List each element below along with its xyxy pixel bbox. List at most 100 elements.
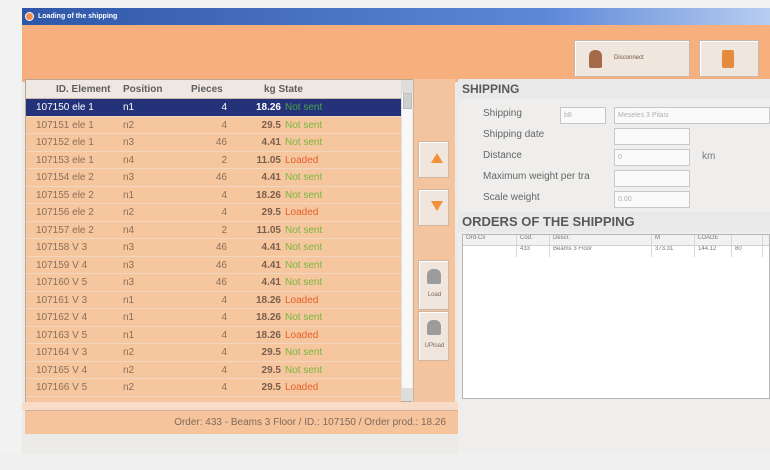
window-titlebar: Loading of the shipping (22, 8, 770, 25)
cell-pieces: 46 (215, 242, 227, 253)
cell-state: Not sent (285, 364, 323, 376)
table-row[interactable]: 107161 V 3 n1 4 18.26 Loaded (26, 292, 401, 309)
cell-position: n3 (123, 242, 135, 253)
orders-cell: Beams 3 Floor (550, 246, 652, 257)
cell-state: Not sent (285, 312, 323, 323)
table-row[interactable]: 107152 ele 1 n3 46 4.41 Not sent (26, 134, 401, 152)
orders-col-descr[interactable]: Descr. (550, 235, 652, 245)
orders-cell: 433 (517, 246, 550, 257)
elements-grid: ID. Element Position Pieces kg State 107… (25, 79, 413, 402)
arrow-down-icon (431, 201, 443, 211)
table-row[interactable]: 107160 V 5 n3 46 4.41 Not sent (26, 274, 401, 292)
table-row[interactable]: 107159 V 4 n3 46 4.41 Not sent (26, 257, 401, 274)
orders-cell: 373.31 (652, 246, 695, 257)
move-down-button[interactable] (418, 189, 449, 226)
cell-pieces: 46 (215, 172, 227, 183)
table-row[interactable]: 107151 ele 1 n2 4 29.5 Not sent (26, 117, 401, 134)
scroll-up-icon[interactable] (402, 80, 413, 93)
table-row[interactable]: 107165 V 4 n2 4 29.5 Not sent (26, 362, 401, 379)
scroll-thumb[interactable] (403, 93, 412, 109)
table-row[interactable]: 107156 ele 2 n2 4 29.5 Loaded (26, 204, 401, 222)
table-row[interactable]: 107150 ele 1 n1 4 18.26 Not sent (26, 99, 401, 117)
shipping-panel: SHIPPING Shipping b8 Meseles 3 Pilasi Sh… (458, 79, 770, 462)
shipping-title: SHIPPING (458, 79, 770, 99)
cell-state: Loaded (285, 207, 319, 218)
cell-state: Not sent (285, 242, 323, 253)
cell-state: Not sent (285, 119, 323, 131)
orders-col-extra[interactable] (732, 235, 763, 245)
cell-kg: 18.26 (255, 102, 281, 113)
load-label: Load (427, 292, 442, 298)
table-row[interactable]: 107155 ele 2 n1 4 18.26 Not sent (26, 187, 401, 204)
table-row[interactable]: 107157 ele 2 n4 2 11.05 Not sent (26, 222, 401, 239)
cell-pieces: 46 (215, 137, 227, 148)
cell-position: n2 (123, 364, 135, 376)
orders-row[interactable]: 433 Beams 3 Floor 373.31 144.12 80 (463, 246, 769, 257)
cell-pieces: 4 (221, 347, 227, 358)
header-position[interactable]: Position (118, 80, 176, 98)
cell-position: n2 (123, 207, 135, 218)
cell-state: Loaded (285, 154, 319, 166)
cell-pieces: 4 (221, 364, 227, 376)
orders-col-m[interactable]: M (652, 235, 695, 245)
unload-button[interactable]: UPload (418, 311, 449, 361)
cell-pieces: 4 (221, 294, 227, 306)
scale-weight-field[interactable]: 0.00 (614, 191, 690, 208)
orders-col-cod[interactable]: Cod. (517, 235, 550, 245)
cell-kg: 29.5 (261, 347, 281, 358)
move-up-button[interactable] (418, 141, 449, 178)
max-weight-field[interactable] (614, 170, 690, 187)
action-sidebar: Load UPload (413, 79, 455, 404)
table-row[interactable]: 107158 V 3 n3 46 4.41 Not sent (26, 239, 401, 257)
table-row[interactable]: 107164 V 3 n2 4 29.5 Not sent (26, 344, 401, 362)
grid-scrollbar[interactable] (401, 80, 413, 401)
orders-col-ord-cli[interactable]: Ord-Cli (463, 235, 517, 245)
orders-col-loaded[interactable]: LOADE (695, 235, 732, 245)
cell-pieces: 4 (221, 189, 227, 201)
cell-position: n3 (123, 277, 135, 288)
page-footer-band (0, 454, 770, 470)
cell-state: Not sent (285, 259, 323, 271)
cell-kg: 18.26 (255, 312, 281, 323)
orders-cell: 80 (732, 246, 763, 257)
cell-kg: 4.41 (261, 137, 281, 148)
cell-pieces: 4 (221, 119, 227, 131)
shipping-date-field[interactable] (614, 128, 690, 145)
cell-state: Not sent (285, 137, 323, 148)
cell-kg: 29.5 (261, 382, 281, 393)
exit-button[interactable] (699, 40, 759, 77)
cell-position: n2 (123, 382, 135, 393)
table-row[interactable]: 107153 ele 1 n4 2 11.05 Loaded (26, 152, 401, 169)
cell-kg: 29.5 (261, 207, 281, 218)
cell-kg: 4.41 (261, 277, 281, 288)
table-row[interactable]: 107166 V 5 n2 4 29.5 Loaded (26, 379, 401, 397)
table-row[interactable]: 107163 V 5 n1 4 18.26 Loaded (26, 327, 401, 344)
cell-id: 107159 V 4 (36, 259, 88, 271)
header-pieces[interactable]: Pieces (176, 80, 237, 98)
cell-pieces: 4 (221, 329, 227, 341)
cell-state: Loaded (285, 294, 319, 306)
table-row[interactable]: 107162 V 4 n1 4 18.26 Not sent (26, 309, 401, 327)
arrow-up-icon (431, 153, 443, 163)
header-id-element[interactable]: ID. Element (26, 80, 118, 98)
cell-id: 107160 V 5 (36, 277, 88, 288)
orders-title: ORDERS OF THE SHIPPING (458, 212, 770, 232)
cell-pieces: 4 (221, 102, 227, 113)
header-kg-state[interactable]: kg State (237, 80, 357, 98)
cell-position: n3 (123, 137, 135, 148)
grid-rows: 107150 ele 1 n1 4 18.26 Not sent 107151 ele … (26, 99, 401, 402)
distance-field[interactable]: 0 (614, 149, 690, 166)
shipping-name-field[interactable]: Meseles 3 Pilasi (614, 107, 770, 124)
orders-table: Ord-Cli Cod. Descr. M LOADE 433 Beams 3 … (462, 234, 770, 399)
load-button[interactable]: Load (418, 260, 449, 310)
cell-state: Not sent (285, 189, 323, 201)
cell-pieces: 4 (221, 207, 227, 218)
disconnect-button[interactable]: Disconnect (574, 40, 690, 77)
scroll-down-icon[interactable] (402, 388, 413, 401)
disconnect-label: Disconnect (614, 55, 644, 61)
status-separator (22, 402, 458, 410)
shipping-code-field[interactable]: b8 (560, 107, 606, 124)
app-icon (25, 12, 34, 21)
cell-kg: 18.26 (255, 294, 281, 306)
table-row[interactable]: 107154 ele 2 n3 46 4.41 Not sent (26, 169, 401, 187)
